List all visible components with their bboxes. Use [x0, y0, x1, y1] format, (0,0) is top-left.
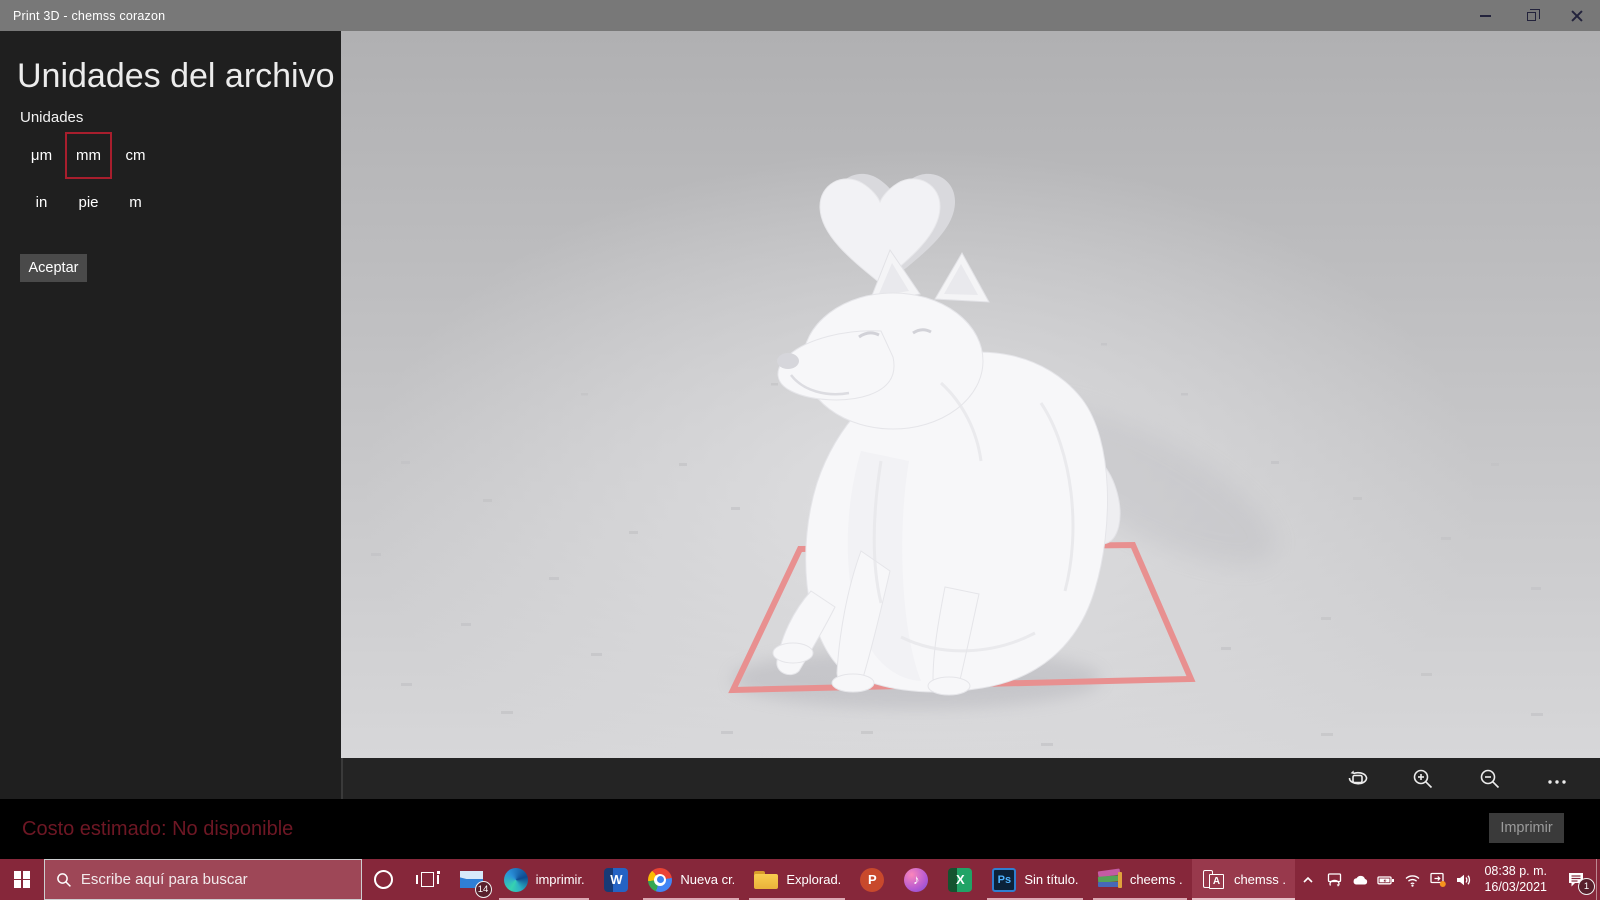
file-explorer-icon [754, 870, 779, 889]
unit-option-mm[interactable]: mm [65, 132, 112, 179]
screen-sync-icon [1430, 872, 1447, 887]
winrar-icon [1097, 867, 1122, 890]
taskbar-app-explorer[interactable]: Explorad... [744, 859, 850, 900]
start-button[interactable] [0, 859, 44, 900]
estimated-cost-text: Costo estimado: No disponible [22, 817, 294, 840]
battery-button[interactable] [1373, 859, 1399, 900]
more-icon [1547, 779, 1566, 784]
3d-viewport[interactable] [341, 31, 1600, 758]
minimize-button[interactable] [1462, 0, 1508, 31]
taskbar-app-photoshop[interactable]: Ps Sin título... [982, 859, 1087, 900]
itunes-icon: ♪ [904, 867, 929, 892]
excel-icon: X [948, 867, 973, 892]
windows-start-icon [13, 871, 31, 888]
wifi-button[interactable] [1399, 859, 1425, 900]
search-input[interactable] [80, 871, 350, 888]
taskbar-app-label: Sin título... [1024, 872, 1077, 887]
zoom-in-button[interactable] [1409, 765, 1436, 792]
taskbar-app-label: chemss ... [1233, 872, 1285, 887]
photoshop-icon: Ps [992, 867, 1017, 892]
minimize-icon [1479, 14, 1491, 17]
unit-option-pie[interactable]: pie [65, 179, 112, 226]
taskbar-app-mail[interactable]: 14 [450, 859, 494, 900]
taskbar: 14 imprimir... W Nueva cr... Explorad...… [0, 859, 1600, 900]
restore-icon [1526, 8, 1540, 21]
volume-button[interactable] [1451, 859, 1477, 900]
taskbar-app-powerpoint[interactable]: P [850, 859, 894, 900]
taskbar-app-label: Explorad... [786, 872, 840, 887]
chrome-icon [648, 867, 673, 892]
taskbar-app-word[interactable]: W [594, 859, 638, 900]
panel-title: Unidades del archivo [17, 57, 335, 95]
units-panel: Unidades del archivo Unidades μm mm cm i… [0, 31, 341, 799]
task-view-icon [415, 870, 440, 889]
wifi-icon [1405, 874, 1420, 887]
units-grid: μm mm cm in pie m [18, 132, 159, 226]
taskbar-app-itunes[interactable]: ♪ [894, 859, 938, 900]
mail-unread-badge: 14 [474, 881, 492, 898]
print-button[interactable]: Imprimir [1489, 813, 1564, 843]
taskbar-search-box[interactable] [43, 859, 362, 900]
cast-button[interactable] [1321, 859, 1347, 900]
unit-option-in[interactable]: in [18, 179, 65, 226]
reset-view-icon [1348, 770, 1367, 784]
unit-option-um[interactable]: μm [18, 132, 65, 179]
taskbar-app-label: Nueva cr... [680, 872, 734, 887]
window-title: Print 3D - chemss corazon [13, 8, 166, 23]
dog-model [772, 248, 1121, 696]
taskbar-app-label: cheems ... [1129, 872, 1182, 887]
clock-date: 16/03/2021 [1484, 879, 1547, 894]
print3d-icon: A [1202, 868, 1226, 892]
titlebar[interactable]: Print 3D - chemss corazon [0, 0, 1600, 31]
zoom-in-icon [1413, 769, 1432, 788]
onedrive-button[interactable] [1347, 859, 1373, 900]
print3d-app-window: Print 3D - chemss corazon Unidades del a… [0, 0, 1600, 900]
onedrive-icon [1354, 875, 1368, 884]
close-icon [1571, 10, 1583, 22]
search-icon [57, 872, 71, 887]
zoom-out-button[interactable] [1476, 765, 1503, 792]
reset-view-button[interactable] [1343, 765, 1370, 792]
close-button[interactable] [1554, 0, 1600, 31]
system-tray: 08:38 p. m. 16/03/2021 1 [1295, 859, 1600, 900]
taskbar-app-edge[interactable]: imprimir... [494, 859, 595, 900]
cortana-icon [374, 870, 394, 889]
taskbar-clock[interactable]: 08:38 p. m. 16/03/2021 [1484, 864, 1547, 895]
unit-option-m[interactable]: m [112, 179, 159, 226]
taskbar-app-chrome[interactable]: Nueva cr... [638, 859, 744, 900]
word-icon: W [604, 867, 629, 892]
volume-icon [1457, 874, 1471, 885]
tray-chevron-icon [1303, 876, 1314, 883]
restore-button[interactable] [1508, 0, 1554, 31]
screen-sync-button[interactable] [1425, 859, 1451, 900]
taskbar-app-print3d[interactable]: A chemss ... [1191, 859, 1296, 900]
accept-button[interactable]: Aceptar [20, 254, 87, 282]
zoom-out-icon [1480, 769, 1499, 788]
battery-icon [1377, 875, 1394, 884]
taskbar-app-label: imprimir... [535, 872, 585, 887]
more-options-button[interactable] [1543, 765, 1570, 792]
clock-time: 08:38 p. m. [1484, 863, 1547, 878]
taskbar-app-task-view[interactable] [406, 859, 450, 900]
taskbar-app-cortana[interactable] [362, 859, 406, 900]
status-bar: Costo estimado: No disponible Imprimir [0, 799, 1600, 859]
show-desktop-button[interactable] [1596, 859, 1600, 900]
tray-chevron-button[interactable] [1295, 859, 1321, 900]
action-center-button[interactable]: 1 [1556, 859, 1596, 900]
notification-count-badge: 1 [1578, 878, 1595, 895]
taskbar-app-excel[interactable]: X [938, 859, 982, 900]
units-group-label: Unidades [20, 109, 84, 126]
window-controls [1462, 0, 1600, 31]
cast-icon [1327, 873, 1342, 887]
powerpoint-icon: P [860, 867, 885, 892]
3d-scene [371, 173, 1543, 746]
taskbar-app-winrar[interactable]: cheems ... [1088, 859, 1192, 900]
edge-icon [503, 867, 528, 892]
viewport-toolbar [341, 758, 1600, 799]
unit-option-cm[interactable]: cm [112, 132, 159, 179]
